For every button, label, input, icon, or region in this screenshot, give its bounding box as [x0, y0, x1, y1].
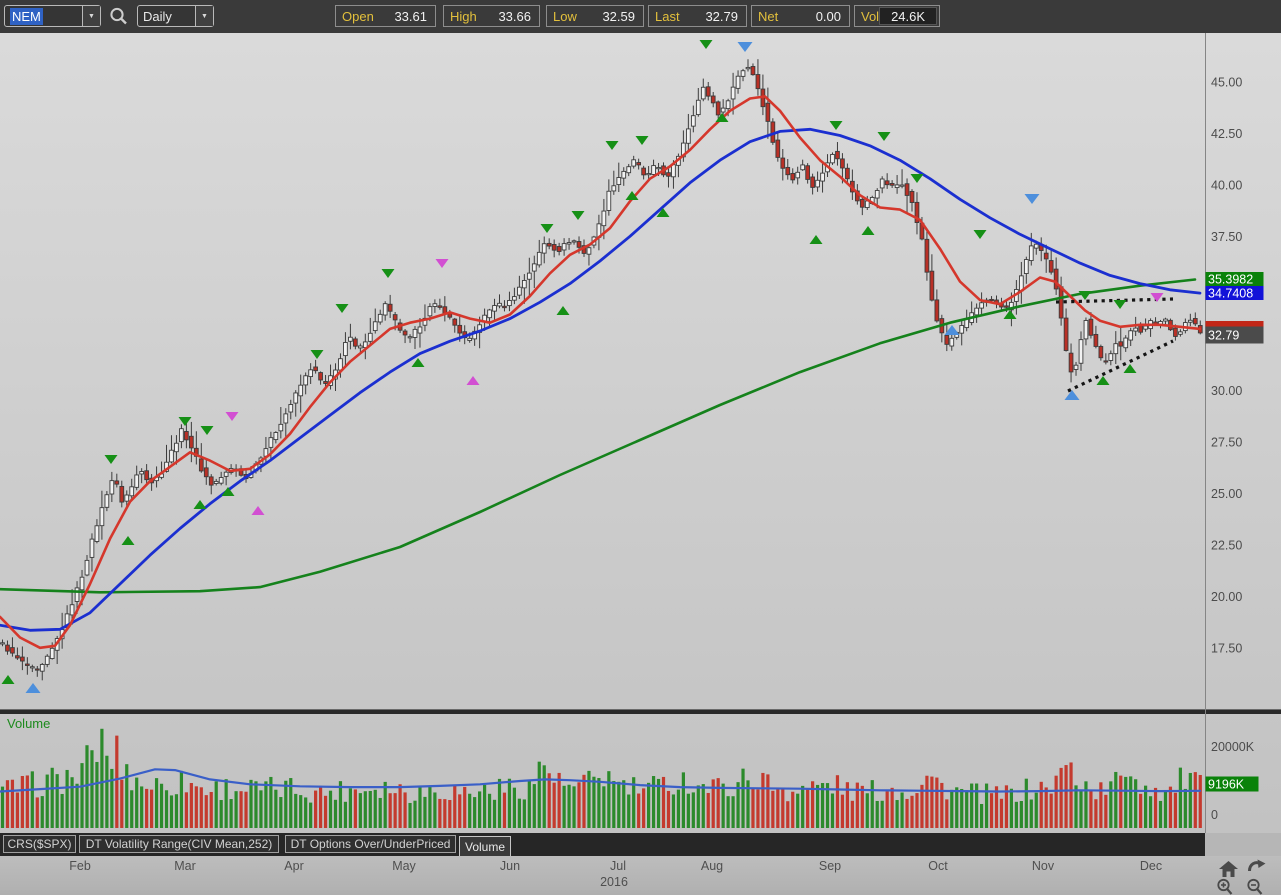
price-tick-label: 27.50 [1211, 436, 1242, 450]
symbol-input-value: NEM [10, 7, 43, 25]
price-tick-label: 45.00 [1211, 76, 1242, 90]
home-button[interactable] [1218, 860, 1239, 878]
zoom-in-button[interactable] [1216, 878, 1236, 895]
month-label-dec: Dec [1139, 859, 1163, 873]
indicator-tab-band: CRS($SPX) DT Volatility Range(CIV Mean,25… [0, 833, 1205, 856]
tab-dt-volatility-range-civ-mean-252-[interactable]: DT Volatility Range(CIV Mean,252) [79, 835, 279, 853]
chevron-down-icon: ▼ [201, 12, 208, 20]
time-axis: 2016 Feb Mar Apr May Jun Jul Aug Sep Oct… [0, 856, 1281, 895]
zoom-in-icon [1217, 878, 1233, 895]
price-tick-label: 42.50 [1211, 127, 1242, 141]
tab-crs-spx-[interactable]: CRS($SPX) [3, 835, 76, 853]
quote-value: 32.59 [602, 8, 635, 24]
volume-tick-label: 0 [1211, 808, 1218, 822]
month-label-nov: Nov [1031, 859, 1055, 873]
home-icon [1219, 861, 1238, 877]
month-label-jul: Jul [610, 859, 626, 873]
undo-button[interactable] [1246, 859, 1266, 878]
quote-label: Last [655, 8, 680, 24]
price-chart: 45.0042.5040.0037.5035.0032.5030.0027.50… [0, 33, 1281, 833]
search-button[interactable] [108, 6, 130, 27]
quote-label: Low [553, 8, 577, 24]
quote-value: 33.61 [394, 8, 427, 24]
month-label-jun: Jun [499, 859, 521, 873]
quote-low: Low 32.59 [546, 5, 644, 27]
trading-chart-window: NEM ▼ Daily ▼ Open 33.61 High 33.66 Low 32.59… [0, 0, 1281, 895]
chevron-down-icon: ▼ [88, 12, 95, 20]
tab-volume[interactable]: Volume [459, 836, 511, 856]
quote-value: 24.6K [879, 7, 938, 25]
symbol-dropdown-button[interactable]: ▼ [82, 6, 100, 26]
symbol-combo: NEM ▼ [4, 5, 101, 27]
month-label-aug: Aug [700, 859, 724, 873]
timeframe-dropdown-button[interactable]: ▼ [195, 6, 213, 26]
price-tick-label: 17.50 [1211, 641, 1242, 655]
quote-last: Last 32.79 [648, 5, 747, 27]
price-tick-label: 30.00 [1211, 384, 1242, 398]
month-label-sep: Sep [818, 859, 842, 873]
tab-dt-options-over-underpriced[interactable]: DT Options Over/UnderPriced [285, 835, 456, 853]
quote-high: High 33.66 [443, 5, 540, 27]
toolbar: NEM ▼ Daily ▼ Open 33.61 High 33.66 Low 32.59… [0, 0, 1281, 34]
quote-label: Open [342, 8, 374, 24]
zoom-out-button[interactable] [1246, 878, 1266, 895]
price-tick-label: 40.00 [1211, 178, 1242, 192]
month-label-apr: Apr [284, 859, 304, 873]
price-tick-label: 25.00 [1211, 487, 1242, 501]
timeframe-select[interactable]: Daily [138, 6, 195, 26]
quote-net: Net 0.00 [751, 5, 850, 27]
tab-band-spacer [1205, 833, 1281, 856]
pane-divider [0, 710, 1281, 714]
quote-open: Open 33.61 [335, 5, 436, 27]
symbol-input[interactable]: NEM [5, 6, 82, 26]
price-tick-label: 20.00 [1211, 590, 1242, 604]
volume-tick-label: 20000K [1211, 740, 1255, 754]
quote-value: 0.00 [815, 8, 841, 24]
price-badge-value: 35.3982 [1208, 273, 1253, 287]
quote-value: 32.79 [705, 8, 738, 24]
quote-value: 33.66 [498, 8, 531, 24]
quote-vol: Vol 24.6K [854, 5, 940, 27]
month-label-may: May [392, 859, 416, 873]
month-label-feb: Feb [69, 859, 91, 873]
price-tick-label: 22.50 [1211, 538, 1242, 552]
month-label-mar: Mar [174, 859, 196, 873]
quote-label: Net [758, 8, 779, 24]
month-label-oct: Oct [928, 859, 948, 873]
price-badge-value: 32.79 [1208, 329, 1239, 343]
pane-divider[interactable] [0, 709, 1281, 710]
volume-pane-title: Volume [7, 716, 50, 731]
year-label: 2016 [600, 875, 628, 889]
quote-label: High [450, 8, 477, 24]
zoom-out-icon [1247, 878, 1263, 895]
price-badge [1205, 321, 1264, 327]
search-icon [110, 7, 127, 25]
price-badge-value: 34.7408 [1208, 287, 1253, 301]
price-tick-label: 37.50 [1211, 230, 1242, 244]
undo-icon [1248, 859, 1266, 872]
volume-badge-value: 9196K [1208, 778, 1245, 792]
quote-label: Vol [861, 8, 880, 24]
timeframe-combo: Daily ▼ [137, 5, 214, 27]
